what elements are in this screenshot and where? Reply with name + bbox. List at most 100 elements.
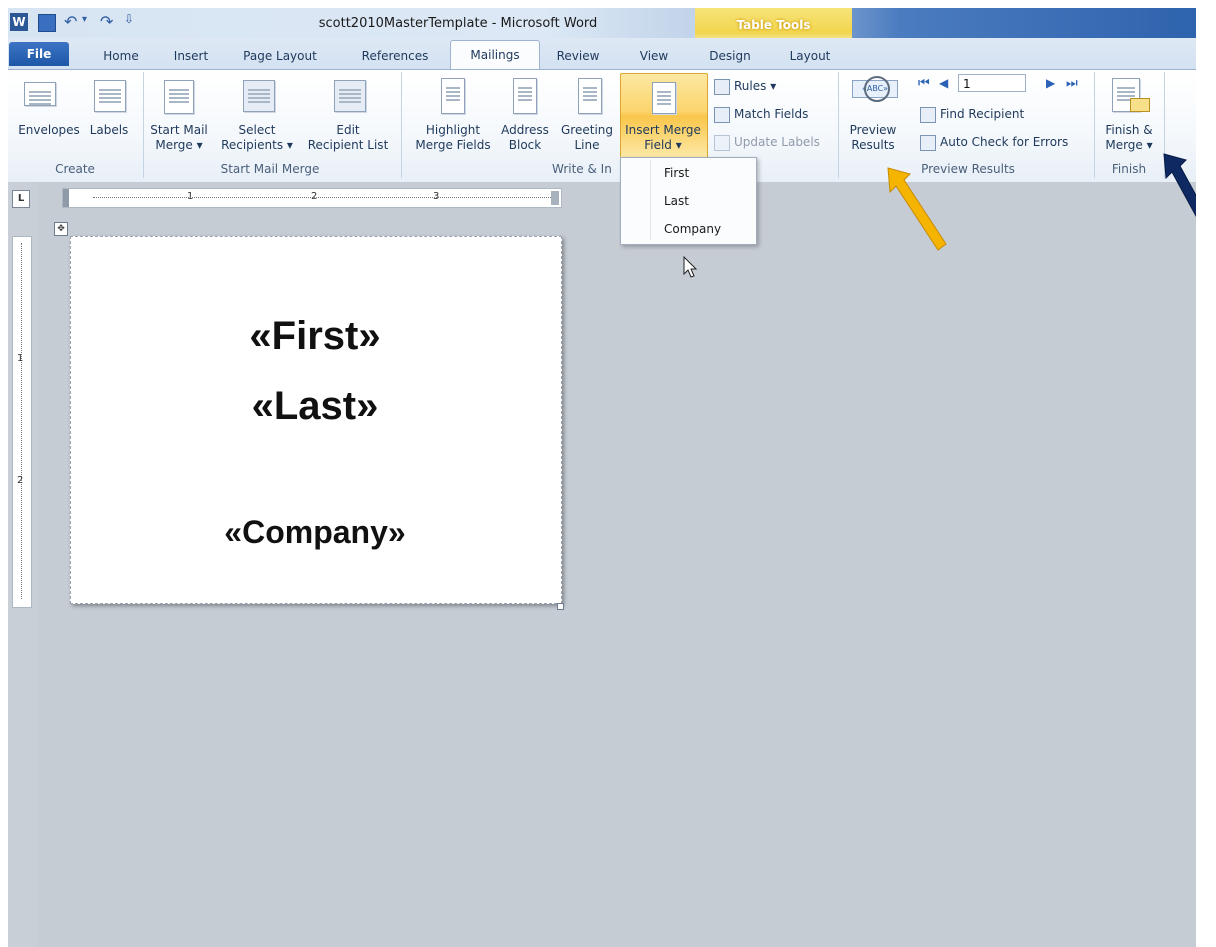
tab-file[interactable]: File <box>9 42 69 66</box>
record-number-input[interactable]: 1 <box>958 74 1026 92</box>
tab-view[interactable]: View <box>630 45 678 67</box>
match-fields-button[interactable]: Match Fields <box>714 105 808 123</box>
edit-recipient-list-icon <box>334 80 366 112</box>
envelope-small-icon <box>1130 98 1150 112</box>
merge-field-company[interactable]: «Company» <box>70 512 560 552</box>
group-label-start-mail-merge: Start Mail Merge <box>220 162 320 176</box>
auto-check-label: Auto Check for Errors <box>940 135 1069 149</box>
find-recipient-button[interactable]: Find Recipient <box>920 105 1024 123</box>
tab-references[interactable]: References <box>352 45 438 67</box>
envelopes-button[interactable]: Envelopes <box>14 123 84 138</box>
find-recipient-label: Find Recipient <box>940 107 1025 121</box>
select-recipients-icon <box>243 80 275 112</box>
select-recipients-button[interactable]: Select Recipients ▾ <box>214 123 300 153</box>
tab-review[interactable]: Review <box>552 45 604 67</box>
right-margin <box>1196 0 1216 947</box>
group-separator <box>838 72 839 178</box>
rules-icon <box>714 78 730 95</box>
table-column-marker[interactable] <box>551 191 559 205</box>
rules-button[interactable]: Rules ▾ <box>714 77 776 95</box>
select-recipients-line1: Select <box>238 123 276 137</box>
magnifier-icon <box>864 76 890 102</box>
address-line2: Block <box>508 138 542 152</box>
highlight-line2: Merge Fields <box>415 138 491 152</box>
address-line1: Address <box>501 123 549 137</box>
start-mail-merge-icon <box>164 80 194 114</box>
group-separator <box>1094 72 1095 178</box>
last-record-icon[interactable]: ⏭ <box>1066 76 1078 91</box>
rules-label: Rules ▾ <box>734 79 777 93</box>
left-indent-marker[interactable] <box>63 189 69 207</box>
insert-merge-line1: Insert Merge <box>625 123 701 137</box>
vertical-ruler[interactable]: 1 2 <box>12 236 32 608</box>
find-recipient-icon <box>920 106 936 123</box>
next-record-icon[interactable]: ▶ <box>1046 76 1055 90</box>
insert-merge-field-button[interactable]: Insert Merge Field ▾ <box>620 123 706 153</box>
preview-results-button[interactable]: Preview Results <box>842 123 904 153</box>
previous-record-icon[interactable]: ◀ <box>939 76 948 90</box>
select-recipients-line2: Recipients ▾ <box>221 138 293 152</box>
group-label-finish: Finish <box>1111 162 1147 176</box>
labels-button[interactable]: Labels <box>84 123 134 138</box>
group-separator <box>401 72 402 178</box>
finish-merge-button[interactable]: Finish & Merge ▾ <box>1098 123 1160 153</box>
start-mail-merge-line2: Merge ▾ <box>155 138 203 152</box>
tab-design[interactable]: Design <box>700 45 760 67</box>
greeting-line2: Line <box>574 138 600 152</box>
start-mail-merge-button[interactable]: Start Mail Merge ▾ <box>148 123 210 153</box>
mouse-cursor-icon <box>683 256 698 278</box>
greeting-line-button[interactable]: Greeting Line <box>556 123 618 153</box>
greeting-line1: Greeting <box>561 123 613 137</box>
table-tools-label: Table Tools <box>736 18 811 32</box>
address-block-icon <box>513 78 537 114</box>
tab-mailings[interactable]: Mailings <box>450 40 540 70</box>
insert-merge-line2: Field ▾ <box>644 138 682 152</box>
horizontal-ruler[interactable]: 1 2 3 <box>62 188 562 208</box>
tab-page-layout[interactable]: Page Layout <box>228 45 332 67</box>
group-label-write-insert: Write & In <box>552 162 612 176</box>
greeting-line-icon <box>578 78 602 114</box>
group-separator <box>143 72 144 178</box>
v-ruler-number: 2 <box>17 475 24 486</box>
ruler-ticks <box>21 243 24 599</box>
edit-recipient-list-line1: Edit <box>336 123 360 137</box>
dropdown-gutter <box>650 160 651 240</box>
address-block-button[interactable]: Address Block <box>497 123 553 153</box>
gold-arrow-icon <box>887 167 947 251</box>
preview-line1: Preview <box>849 123 897 137</box>
envelope-icon <box>24 82 56 106</box>
auto-check-errors-button[interactable]: Auto Check for Errors <box>920 133 1068 151</box>
merge-field-last[interactable]: «Last» <box>70 382 560 430</box>
tab-home[interactable]: Home <box>94 45 148 67</box>
update-labels-label: Update Labels <box>734 135 820 149</box>
tab-selector-button[interactable]: L <box>12 190 30 208</box>
tab-insert[interactable]: Insert <box>164 45 218 67</box>
highlight-merge-fields-button[interactable]: Highlight Merge Fields <box>408 123 498 153</box>
ruler-ticks <box>93 197 553 200</box>
update-labels-icon <box>714 134 730 151</box>
edit-recipient-list-button[interactable]: Edit Recipient List <box>302 123 394 153</box>
finish-line2: Merge ▾ <box>1105 138 1153 152</box>
finish-line1: Finish & <box>1105 123 1153 137</box>
highlight-merge-fields-icon <box>441 78 465 114</box>
labels-icon <box>94 80 126 112</box>
first-record-icon[interactable]: ⏮ <box>918 76 930 91</box>
auto-check-icon <box>920 134 936 151</box>
table-resize-handle[interactable] <box>557 603 564 610</box>
table-move-handle-icon[interactable]: ✥ <box>54 222 68 236</box>
title-bar: W ↶ ▾ ↷ ⇩ scott2010MasterTemplate - Micr… <box>8 8 1196 38</box>
preview-line2: Results <box>851 138 895 152</box>
start-mail-merge-line1: Start Mail <box>150 123 208 137</box>
dropdown-item-company[interactable]: Company <box>664 220 721 238</box>
highlight-line1: Highlight <box>425 123 481 137</box>
merge-field-first[interactable]: «First» <box>70 312 560 360</box>
match-fields-icon <box>714 106 730 123</box>
dropdown-item-last[interactable]: Last <box>664 192 689 210</box>
insert-merge-field-icon <box>652 82 676 114</box>
group-label-create: Create <box>55 162 95 176</box>
update-labels-button[interactable]: Update Labels <box>714 133 820 151</box>
match-fields-label: Match Fields <box>734 107 809 121</box>
tab-layout[interactable]: Layout <box>780 45 840 67</box>
dropdown-item-first[interactable]: First <box>664 164 689 182</box>
v-ruler-number: 1 <box>17 353 24 364</box>
